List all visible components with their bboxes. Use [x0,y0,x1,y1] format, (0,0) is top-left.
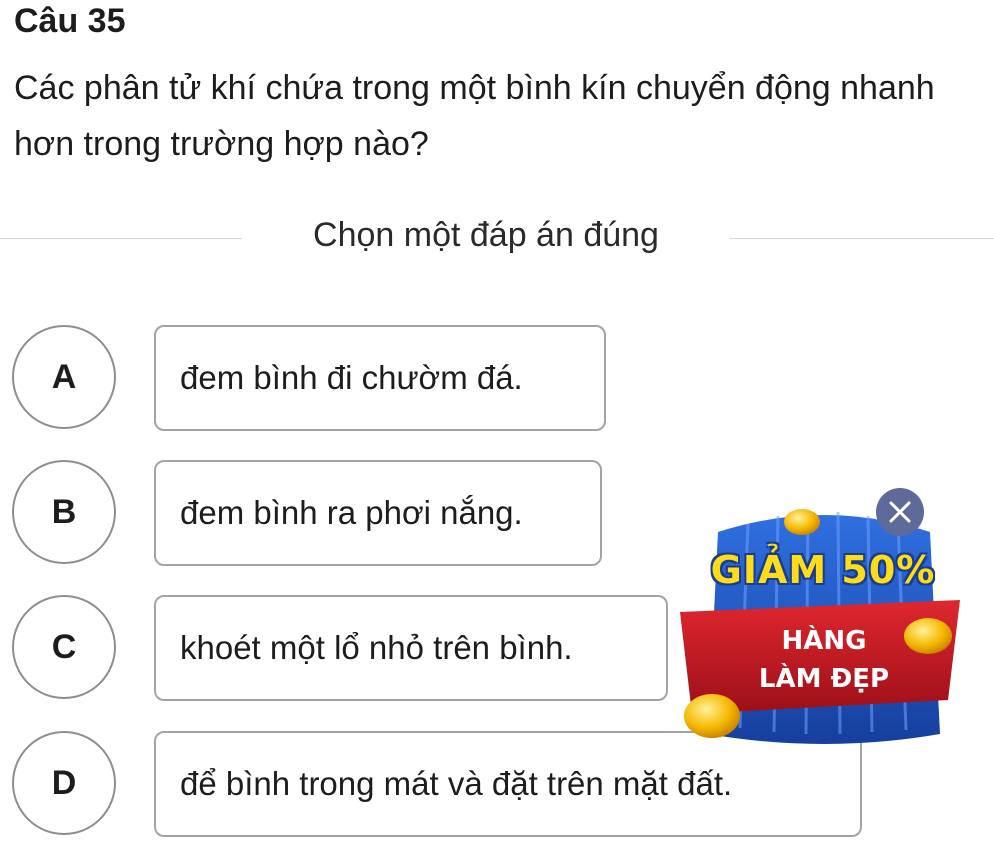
option-b-circle[interactable]: B [12,460,116,564]
question-text: Các phân tử khí chứa trong một bình kín … [14,69,935,163]
ad-close-button[interactable] [876,488,924,536]
option-c-box[interactable]: khoét một lổ nhỏ trên bình. [154,595,668,701]
promo-ad-background [680,509,960,744]
option-a-letter: A [51,357,77,396]
option-a-box[interactable]: đem bình đi chườm đá. [154,325,606,431]
option-a-text: đem bình đi chườm đá. [180,359,523,396]
option-b-text: đem bình ra phơi nắng. [180,494,523,531]
option-d-circle[interactable]: D [12,731,116,835]
promo-ad[interactable]: GIẢM 50% HÀNG LÀM ĐẸP [678,488,970,750]
promo-ad-subtitle: HÀNG LÀM ĐẸP [678,622,970,698]
option-c-circle[interactable]: C [12,595,116,699]
option-c-letter: C [51,627,77,666]
instruction-label: Chọn một đáp án đúng [313,216,659,254]
divider-right [730,238,994,239]
option-b-letter: B [51,492,77,531]
close-icon [889,501,911,523]
promo-ad-headline: GIẢM 50% [710,548,936,592]
question-number: Câu 35 [14,2,126,40]
option-d-letter: D [51,763,77,802]
divider-left [0,238,242,239]
option-d-text: để bình trong mát và đặt trên mặt đất. [180,765,733,802]
promo-ad-line2: LÀM ĐẸP [758,664,890,694]
promo-ad-line1: HÀNG [781,626,867,656]
option-a-circle[interactable]: A [12,325,116,429]
option-c-text: khoét một lổ nhỏ trên bình. [180,629,573,666]
option-b-box[interactable]: đem bình ra phơi nắng. [154,460,602,566]
